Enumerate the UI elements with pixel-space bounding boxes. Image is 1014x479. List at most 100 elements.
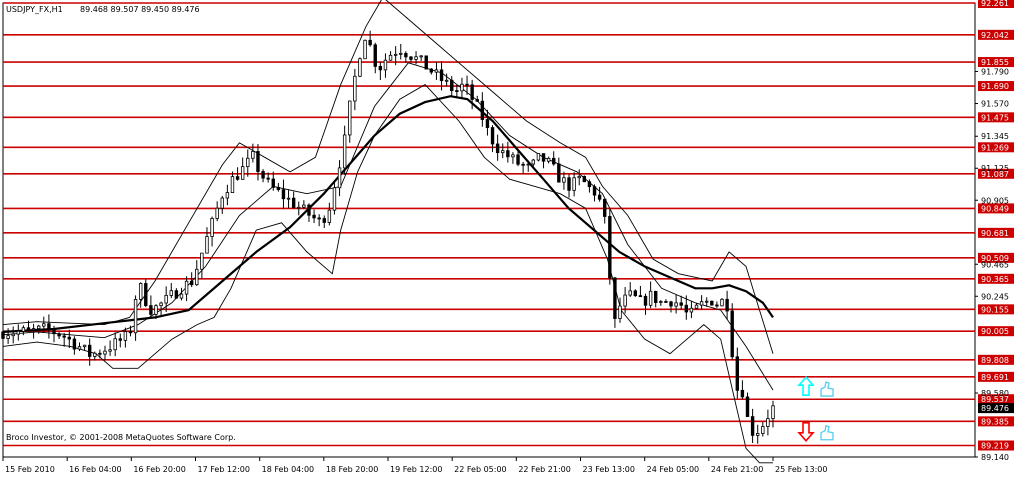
time-tick-label-12: 25 Feb 13:00 xyxy=(775,465,827,474)
candle-body xyxy=(439,69,444,82)
price-chart[interactable]: 92.26192.04291.85591.69091.47591.26991.0… xyxy=(0,0,1014,479)
candle-body xyxy=(761,426,765,434)
candle-body xyxy=(490,127,495,145)
candle-body xyxy=(271,178,275,188)
candle-body xyxy=(77,346,82,350)
candle-body xyxy=(526,163,530,166)
candle-body xyxy=(618,305,622,319)
price-tick-label-2: 91.345 xyxy=(981,132,1009,141)
candle-body xyxy=(205,236,209,254)
candle-body xyxy=(286,197,291,200)
candle-body xyxy=(388,54,393,61)
candle-body xyxy=(225,192,230,199)
candle-body xyxy=(608,216,612,279)
price-tag-label-17: 89.219 xyxy=(981,442,1009,451)
candle-body xyxy=(419,55,423,58)
price-tick-label-4: 90.905 xyxy=(981,196,1009,205)
candle-body xyxy=(342,134,347,169)
candle-body xyxy=(251,151,255,159)
price-tag-label-3: 91.690 xyxy=(981,82,1009,91)
time-tick-label-1: 16 Feb 04:00 xyxy=(69,465,121,474)
candle-body xyxy=(434,69,439,73)
candle-body xyxy=(592,186,597,196)
symbol-label: USDJPY_FX,H1 xyxy=(6,5,63,14)
candle-body xyxy=(373,44,377,67)
candle-body xyxy=(546,157,551,162)
candle-body xyxy=(302,204,306,208)
candle-body xyxy=(322,218,326,223)
candle-body xyxy=(689,307,694,313)
candle-body xyxy=(297,206,301,209)
candle-body xyxy=(506,150,510,158)
candle-body xyxy=(567,177,571,191)
candle-body xyxy=(628,290,632,296)
candle-body xyxy=(638,295,643,298)
time-tick-label-8: 22 Feb 21:00 xyxy=(518,465,570,474)
candle-body xyxy=(643,295,648,306)
candle-body xyxy=(266,177,270,180)
price-tick-label-1: 91.570 xyxy=(981,100,1009,109)
price-tick-label-8: 89.140 xyxy=(981,453,1009,462)
candle-body xyxy=(455,90,459,92)
candle-body xyxy=(465,83,469,86)
ohlc-values: 89.468 89.507 89.450 89.476 xyxy=(80,5,200,14)
candle-body xyxy=(715,304,719,307)
candle-body xyxy=(276,186,281,191)
candle-body xyxy=(230,176,235,193)
candle-body xyxy=(603,198,607,217)
candle-body xyxy=(669,301,673,307)
candle-body xyxy=(317,217,321,220)
price-tick-label-0: 91.790 xyxy=(981,68,1009,77)
candle-body xyxy=(368,39,372,46)
candle-body xyxy=(200,252,204,270)
candle-body xyxy=(740,389,745,398)
price-axis: 92.26192.04291.85591.69091.47591.26991.0… xyxy=(975,0,1014,462)
price-tick-label-3: 91.125 xyxy=(981,164,1009,173)
candle-body xyxy=(485,119,490,128)
candle-body xyxy=(154,305,158,315)
candle-body xyxy=(261,171,265,179)
candle-body xyxy=(501,150,505,154)
price-tag-label-2: 91.855 xyxy=(981,58,1009,67)
time-tick-label-11: 24 Feb 21:00 xyxy=(711,465,763,474)
time-tick-label-3: 17 Feb 12:00 xyxy=(198,465,250,474)
time-tick-label-2: 16 Feb 20:00 xyxy=(133,465,185,474)
candle-body xyxy=(393,53,398,56)
candle-body xyxy=(399,52,403,55)
candle-body xyxy=(511,154,515,158)
candle-body xyxy=(633,290,638,297)
candle-body xyxy=(215,207,219,219)
candle-body xyxy=(597,194,602,200)
candle-body xyxy=(332,187,337,211)
candle-body xyxy=(735,356,740,391)
price-tag-label-8: 90.681 xyxy=(981,229,1009,238)
price-tick-label-7: 89.580 xyxy=(981,389,1009,398)
candle-body xyxy=(108,349,112,352)
candle-body xyxy=(26,327,31,330)
price-tag-label-16: 89.385 xyxy=(981,417,1009,426)
candle-body xyxy=(72,338,77,350)
price-tag-label-13: 89.808 xyxy=(981,356,1009,365)
candle-body xyxy=(552,157,556,165)
price-tick-label-5: 90.465 xyxy=(981,260,1009,269)
candle-body xyxy=(62,335,66,338)
candle-body xyxy=(730,310,734,358)
candle-body xyxy=(699,301,704,306)
candle-body xyxy=(756,433,760,436)
time-tick-label-7: 22 Feb 05:00 xyxy=(454,465,506,474)
candle-body xyxy=(745,396,750,417)
candle-body xyxy=(164,294,168,304)
candle-body xyxy=(57,333,61,337)
candle-body xyxy=(246,157,250,168)
candle-body xyxy=(470,84,474,100)
candle-body xyxy=(531,159,536,165)
price-tag-label-0: 92.261 xyxy=(981,0,1009,8)
candle-body xyxy=(444,79,449,82)
time-tick-label-6: 19 Feb 12:00 xyxy=(390,465,442,474)
candle-body xyxy=(144,283,148,306)
candle-body xyxy=(562,177,566,183)
candle-body xyxy=(123,331,128,341)
candle-body xyxy=(36,325,41,329)
candle-body xyxy=(52,328,56,335)
candle-body xyxy=(42,323,46,327)
